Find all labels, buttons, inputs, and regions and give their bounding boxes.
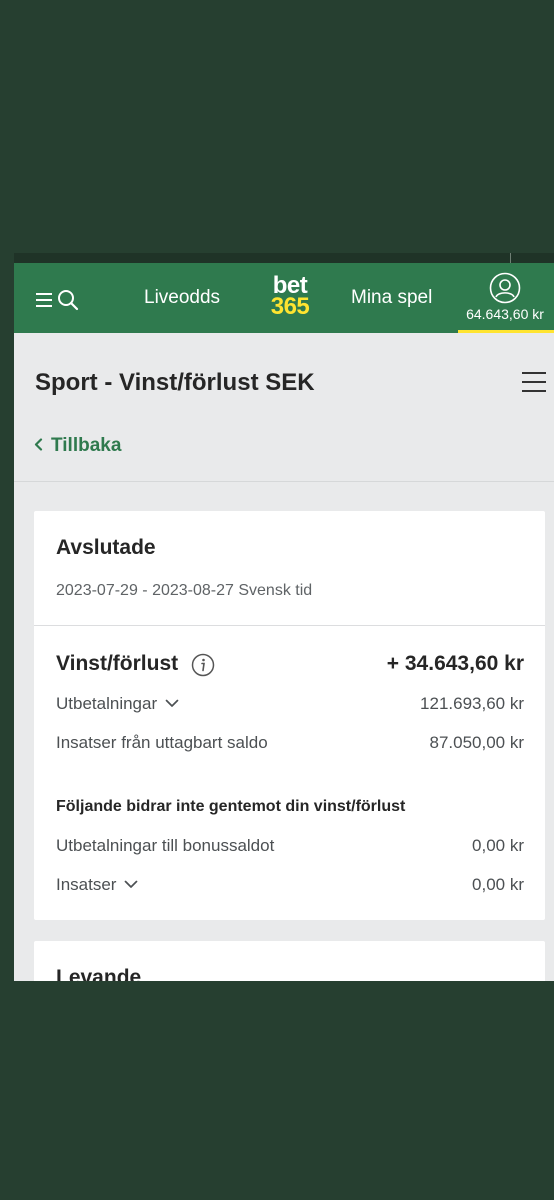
profit-loss-value: + 34.643,60 kr [386,652,524,675]
settled-card: Avslutade 2023-07-29 - 2023-08-27 Svensk… [34,511,545,920]
card-divider [34,625,545,626]
stakes-label: Insatser [56,875,117,894]
status-strip [14,253,554,263]
settled-heading: Avslutade [56,536,156,559]
account-button[interactable]: 64.643,60 kr [456,263,554,333]
payouts-label-group: Utbetalningar [56,694,179,715]
user-icon [489,272,521,309]
date-range: 2023-07-29 - 2023-08-27 Svensk tid [56,582,313,599]
status-tick [510,253,511,263]
excluded-note: Följande bidrar inte gentemot din vinst/… [56,798,406,815]
search-icon[interactable] [57,289,79,316]
stakes-withdrawable-row: Insatser från uttagbart saldo 87.050,00 … [56,733,524,755]
back-link[interactable]: Tillbaka [34,435,121,457]
stakes-withdrawable-label: Insatser från uttagbart saldo [56,733,268,752]
back-label: Tillbaka [51,435,122,456]
chevron-left-icon [34,436,43,456]
stakes-withdrawable-value: 87.050,00 kr [429,733,524,752]
bet365-logo[interactable]: bet 365 [264,274,316,320]
top-navbar: Liveodds bet 365 Mina spel 64.643,60 kr [14,263,554,333]
profit-loss-label: Vinst/förlust [56,652,179,675]
bonus-payouts-value: 0,00 kr [472,836,524,855]
payouts-label: Utbetalningar [56,694,158,713]
account-balance: 64.643,60 kr [466,306,544,322]
page-title: Sport - Vinst/förlust SEK [35,369,315,396]
nav-liveodds[interactable]: Liveodds [144,287,220,309]
hamburger-menu-icon[interactable] [522,372,546,397]
header-divider [14,481,554,482]
chevron-down-icon [165,693,179,713]
stakes-value: 0,00 kr [472,875,524,894]
active-indicator [458,330,554,333]
stakes-row[interactable]: Insatser 0,00 kr [56,875,524,897]
info-icon[interactable] [191,653,215,682]
live-heading: Levande [56,966,142,981]
payouts-value: 121.693,60 kr [420,694,524,713]
payouts-row[interactable]: Utbetalningar 121.693,60 kr [56,694,524,716]
chevron-down-icon [124,874,138,894]
menu-icon[interactable] [36,293,52,312]
bonus-payouts-label: Utbetalningar till bonussaldot [56,836,275,855]
bonus-payouts-row: Utbetalningar till bonussaldot 0,00 kr [56,836,524,858]
nav-my-bets[interactable]: Mina spel [351,287,432,309]
stakes-label-group: Insatser [56,875,138,896]
app-screen: Liveodds bet 365 Mina spel 64.643,60 kr … [14,263,554,981]
live-card: Levande [34,941,545,981]
logo-text-365: 365 [270,293,310,320]
